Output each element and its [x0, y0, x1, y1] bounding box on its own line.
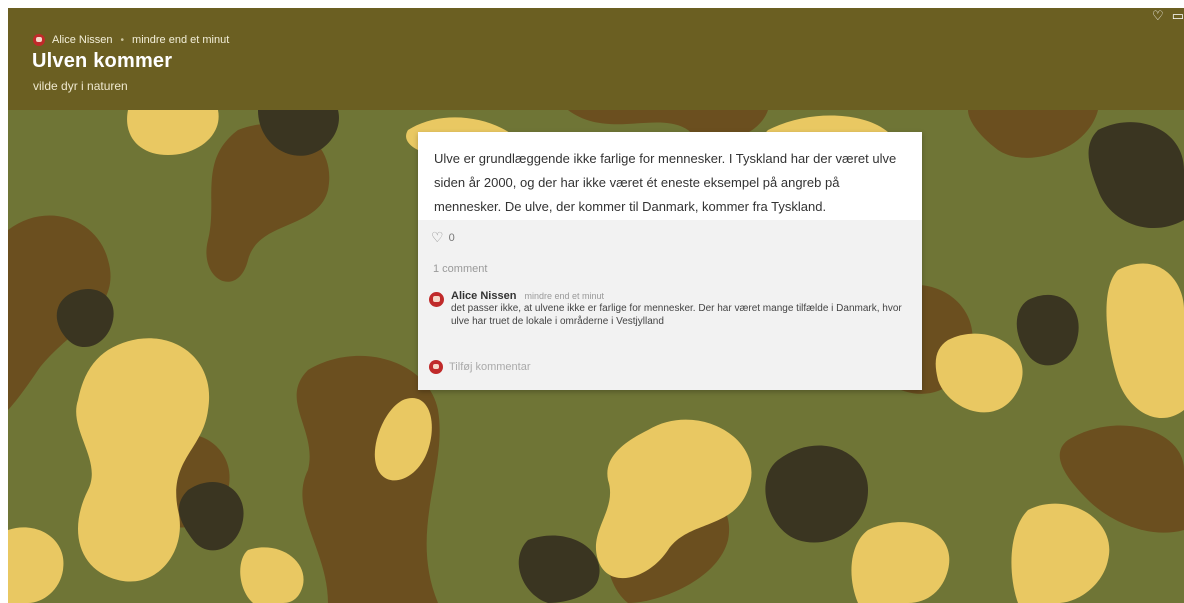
comment-time: mindre end et minut: [524, 291, 605, 301]
post-time: mindre end et minut: [132, 34, 230, 46]
comment-count[interactable]: 1 comment: [433, 263, 487, 275]
heart-icon[interactable]: ♡: [431, 229, 444, 246]
post-card: Ulve er grundlæggende ikke farlige for m…: [418, 132, 922, 390]
post-title: Ulven kommer: [32, 50, 173, 72]
meta-separator: •: [120, 34, 125, 46]
author-name[interactable]: Alice Nissen: [52, 34, 113, 46]
like-count: 0: [448, 231, 455, 244]
avatar: [429, 360, 443, 374]
add-comment-placeholder[interactable]: Tilføj kommentar: [449, 361, 531, 373]
post-header: Alice Nissen • mindre end et minut Ulven…: [8, 8, 1184, 110]
comment-author[interactable]: Alice Nissen: [451, 290, 516, 302]
comment-text: det passer ikke, at ulvene ikke er farli…: [451, 303, 902, 327]
add-comment-field[interactable]: Tilføj kommentar: [429, 360, 531, 374]
post-text: Ulve er grundlæggende ikke farlige for m…: [434, 151, 897, 214]
top-right-actions: ♡ ▭: [1152, 8, 1184, 24]
avatar[interactable]: [33, 34, 45, 46]
post-meta: Alice Nissen • mindre end et minut: [33, 34, 229, 46]
comment-icon[interactable]: ▭: [1172, 8, 1184, 24]
post-frame: Alice Nissen • mindre end et minut Ulven…: [8, 8, 1184, 603]
card-footer: ♡ 0 1 comment Alice Nissen mindre end et…: [418, 220, 922, 390]
avatar[interactable]: [429, 292, 444, 307]
comment-header: Alice Nissen mindre end et minut: [451, 290, 604, 302]
post-subtitle: vilde dyr i naturen: [33, 79, 128, 93]
like-button[interactable]: ♡ 0: [431, 229, 455, 246]
heart-icon[interactable]: ♡: [1152, 8, 1164, 24]
